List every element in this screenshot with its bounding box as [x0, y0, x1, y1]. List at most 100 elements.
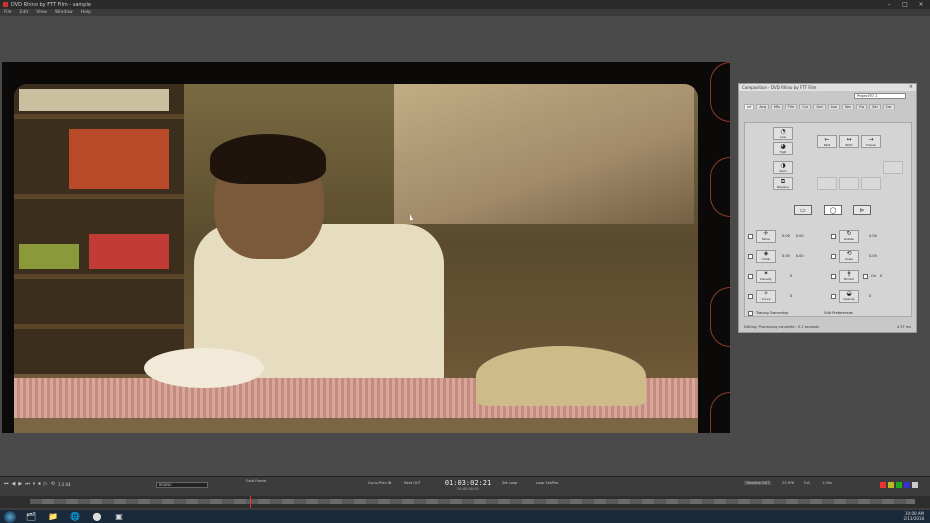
panel-close-icon[interactable]: ×	[909, 84, 913, 90]
go-end-icon[interactable]: ⏭	[25, 481, 30, 487]
clock[interactable]: 10:00 AM 2/13/2018	[903, 511, 924, 521]
scale-button[interactable]: ⟲ Scale	[839, 249, 859, 263]
scene-person-hair	[210, 134, 326, 184]
set-loop-button[interactable]: Set Loop	[502, 481, 517, 485]
tab-mis[interactable]: Mis	[770, 104, 783, 109]
next-out-button[interactable]: Next OUT	[404, 481, 421, 485]
border-checkbox[interactable]	[831, 273, 836, 279]
loop-set-button[interactable]: Loop Set/Pos	[536, 481, 558, 485]
curve-button[interactable]: ✧ Curve	[756, 289, 776, 303]
timecode-display: 01:03:02:21 01:00:00:00	[438, 479, 498, 491]
tab-sec[interactable]: Sec	[841, 104, 855, 109]
density-checkbox[interactable]	[748, 273, 753, 279]
start-button[interactable]	[4, 510, 16, 523]
panel-header: Composition - DVD Rhino by FTT Film ×	[739, 84, 916, 91]
playhead[interactable]	[250, 496, 251, 508]
low-button[interactable]: ◔ Low	[773, 127, 793, 140]
timeline[interactable]	[0, 496, 930, 508]
tab-inf[interactable]: Inf	[744, 104, 755, 109]
opacity-checkbox[interactable]	[831, 293, 836, 299]
rotate-button[interactable]: ↻ Rotate	[839, 229, 859, 243]
go-prev-button[interactable]: Go-to-Prev IN	[368, 481, 391, 485]
under-button[interactable]: ◈ Under	[756, 249, 776, 263]
move-checkbox[interactable]	[748, 233, 753, 239]
color-swatch-green[interactable]	[896, 482, 902, 488]
taskbar-item-browser[interactable]: 🌐	[68, 511, 82, 522]
menu-file[interactable]: File	[4, 10, 12, 15]
tab-flo[interactable]: Flo	[856, 104, 868, 109]
menu-edit[interactable]: Edit	[20, 10, 29, 15]
future-button[interactable]: → Future	[861, 135, 881, 148]
menu-view[interactable]: View	[36, 10, 47, 15]
scene-plate	[144, 348, 264, 388]
timeline-out-button[interactable]: Timeline OUT	[744, 481, 772, 485]
maximize-icon[interactable]: □	[898, 0, 912, 8]
curve-checkbox[interactable]	[748, 293, 753, 299]
tab-grd[interactable]: Grd	[813, 104, 826, 109]
play-icon[interactable]: ▶	[18, 481, 22, 487]
minimize-icon[interactable]: –	[882, 0, 896, 8]
close-icon[interactable]: ×	[914, 0, 928, 8]
param-row-rotate: ↻ Rotate 0.00	[831, 229, 877, 243]
disabled-button[interactable]	[883, 161, 903, 174]
stop-icon[interactable]: ⏹	[38, 481, 41, 487]
ellipse-shape-button[interactable]: ◯	[824, 205, 842, 215]
tab-acq[interactable]: Acq	[756, 104, 769, 109]
move-button[interactable]: ✛ Move	[756, 229, 776, 243]
past-button[interactable]: ← Past	[817, 135, 837, 148]
tab-cor[interactable]: Cor	[882, 104, 895, 109]
edit-preferences-link[interactable]: Edit Preferences	[824, 311, 852, 315]
mouse-cursor-icon	[410, 214, 413, 220]
os-taskbar: 🗂 📁 🌐 ⬤ ▣ 10:00 AM 2/13/2018	[0, 510, 930, 523]
video-frame	[14, 84, 698, 433]
disabled-button[interactable]	[817, 177, 837, 190]
system-tray: 10:00 AM 2/13/2018	[903, 511, 924, 521]
color-swatch-blue[interactable]	[904, 482, 910, 488]
tab-cur[interactable]: Cur	[799, 104, 812, 109]
menu-window[interactable]: Window	[55, 10, 73, 15]
tab-loo[interactable]: Loo	[827, 104, 840, 109]
menu-help[interactable]: Help	[81, 10, 91, 15]
scene-papers	[394, 84, 694, 224]
taskbar-item-explorer[interactable]: 🗂	[24, 511, 38, 522]
polygon-shape-button[interactable]: ⊳	[853, 205, 871, 215]
disabled-button[interactable]	[861, 177, 881, 190]
density-button[interactable]: ✶ Density	[756, 269, 776, 283]
tab-sel[interactable]: Sel	[869, 104, 881, 109]
rectangle-shape-button[interactable]: ▭	[794, 205, 812, 215]
taskbar-item-app[interactable]: ⬤	[90, 511, 104, 522]
color-swatch-yellow[interactable]	[888, 482, 894, 488]
high-button[interactable]: ◕ High	[773, 142, 793, 155]
loop-icon[interactable]: ⟲	[51, 481, 55, 487]
play-reverse-icon[interactable]: ▷	[44, 481, 48, 487]
window-title: DVD Rhino by FTT Film - sample	[11, 1, 91, 8]
pause-icon[interactable]: ⏸	[33, 481, 36, 487]
border-on-checkbox[interactable]	[863, 273, 868, 279]
panel-title: Composition - DVD Rhino by FTT Film	[742, 85, 817, 90]
num-button[interactable]: ◑ Num	[773, 161, 793, 174]
rotate-checkbox[interactable]	[831, 233, 836, 239]
color-swatch-red[interactable]	[880, 482, 886, 488]
taskbar-item-rhino[interactable]: ▣	[112, 511, 126, 522]
tab-tim[interactable]: Tim	[784, 104, 798, 109]
disabled-button[interactable]	[839, 177, 859, 190]
under-checkbox[interactable]	[748, 253, 753, 259]
video-viewer[interactable]	[2, 62, 730, 433]
go-start-icon[interactable]: ⏮	[4, 481, 9, 487]
tracing-checkbox[interactable]	[748, 310, 753, 316]
param-row-opacity: ◒ Opacity 0	[831, 289, 871, 303]
color-swatch-gray[interactable]	[912, 482, 918, 488]
param-row-border: ǂ Border On 0	[831, 269, 882, 283]
replace-button[interactable]: ⧉ Replace	[773, 177, 793, 190]
opacity-button[interactable]: ◒ Opacity	[839, 289, 859, 303]
timeline-strip[interactable]	[30, 499, 915, 504]
preset-select[interactable]: ProjectTO 1	[854, 93, 906, 99]
both-button[interactable]: ↔ Both	[839, 135, 859, 148]
fps-readout: 23.976	[782, 481, 795, 485]
param-row-under: ◈ Under 0.00 0.00	[748, 249, 804, 263]
border-button[interactable]: ǂ Border	[839, 269, 859, 283]
clip-name-field[interactable]: REDNO	[156, 482, 208, 488]
taskbar-item-folder[interactable]: 📁	[46, 511, 60, 522]
step-back-icon[interactable]: ◀	[12, 481, 16, 487]
scale-checkbox[interactable]	[831, 253, 836, 259]
